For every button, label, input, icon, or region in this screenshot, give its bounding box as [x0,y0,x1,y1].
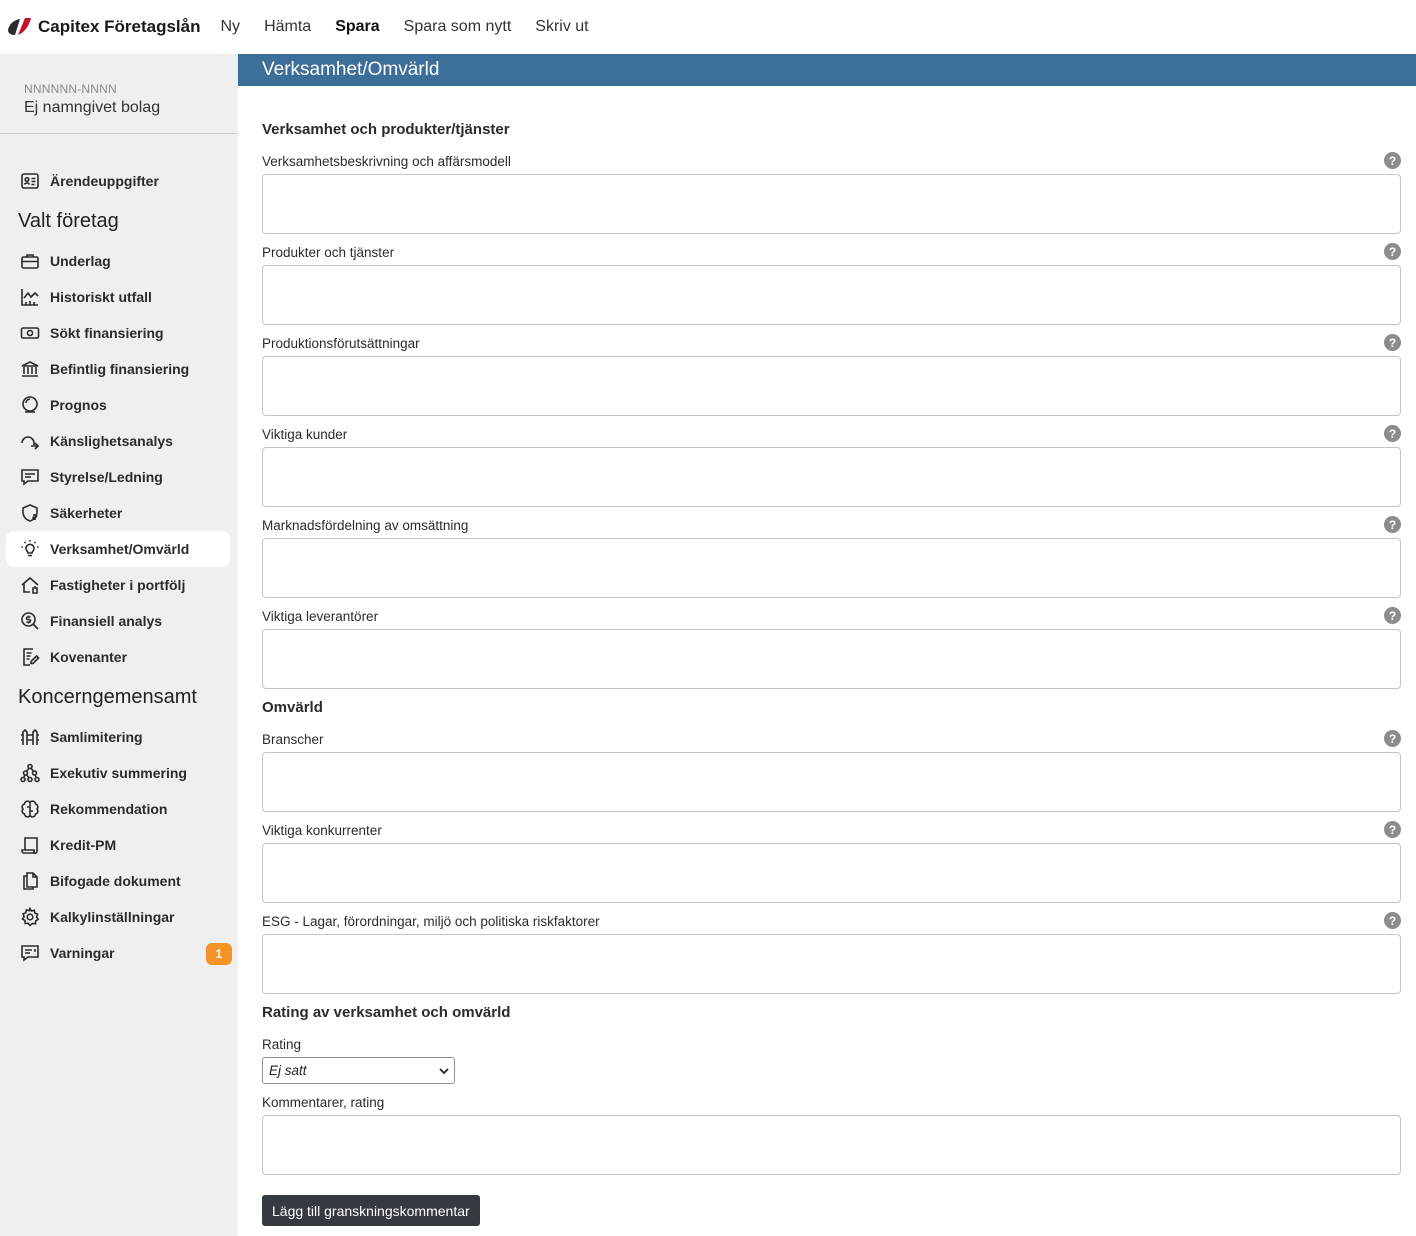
nav-fetch[interactable]: Hämta [252,18,323,36]
sidebar-item-fastigheter-i-portfolj[interactable]: Fastigheter i portfölj [6,567,230,603]
help-icon[interactable]: ? [1384,730,1401,747]
viktiga-leverantorer-textarea[interactable] [262,629,1401,689]
label-produktionsforutsattningar: Produktionsförutsättningar [262,336,420,351]
sidebar-item-underlag[interactable]: Underlag [6,243,230,279]
kommentarer-rating-textarea[interactable] [262,1115,1401,1175]
capitex-logo-icon [8,18,31,35]
document-edit-icon [23,648,40,666]
sidebar-item-kalkylinstallningar[interactable]: Kalkylinställningar [6,899,230,935]
bank-icon [21,361,39,377]
sidebar-item-kovenanter[interactable]: Kovenanter [6,639,230,675]
help-icon[interactable]: ? [1384,607,1401,624]
sidebar-item-verksamhet-omvarld[interactable]: Verksamhet/Omvärld [6,531,230,567]
sidebar: NNNNNN-NNNN Ej namngivet bolag Ärendeupp… [0,54,238,1236]
label-rating: Rating [262,1037,302,1052]
company-org-number: NNNNNN-NNNN [24,82,117,96]
fence-icon [21,728,39,745]
chart-icon [21,289,39,306]
top-navbar: Capitex Företagslån Ny Hämta Spara Spara… [0,0,1416,54]
viktiga-kunder-textarea[interactable] [262,447,1401,507]
label-viktiga-leverantorer: Viktiga leverantörer [262,609,379,624]
company-info: NNNNNN-NNNN Ej namngivet bolag [0,54,238,134]
help-icon[interactable]: ? [1384,334,1401,351]
section-title-verksamhet: Verksamhet och produkter/tjänster [262,121,510,138]
help-icon[interactable]: ? [1384,152,1401,169]
label-viktiga-kunder: Viktiga kunder [262,427,348,442]
scroll-icon [21,837,38,855]
crystal-ball-icon [22,396,38,413]
produkter-och-tjanster-textarea[interactable] [262,265,1401,325]
sidebar-item-arendeuppgifter[interactable]: Ärendeuppgifter [6,163,230,199]
company-name: Ej namngivet bolag [24,99,161,116]
label-verksamhetsbeskrivning: Verksamhetsbeskrivning och affärsmodell [262,154,511,169]
warnings-count-badge: 1 [206,943,232,965]
esg-textarea[interactable] [262,934,1401,994]
sidebar-item-historiskt-utfall[interactable]: Historiskt utfall [6,279,230,315]
section-title-rating: Rating av verksamhet och omvärld [262,1004,511,1021]
help-icon[interactable]: ? [1384,243,1401,260]
hierarchy-icon [20,763,40,783]
rating-selected-value: Ej satt [269,1063,307,1078]
sidebar-item-exekutiv-summering[interactable]: Exekutiv summering [6,755,230,791]
brain-icon [21,800,39,818]
label-produkter-och-tjanster: Produkter och tjänster [262,245,395,260]
sidebar-item-befintlig-finansiering[interactable]: Befintlig finansiering [6,351,230,387]
produktionsforutsattningar-textarea[interactable] [262,356,1401,416]
shield-dollar-icon [22,504,38,522]
id-card-icon [21,173,39,189]
page-title: Verksamhet/Omvärld [238,54,1416,86]
sidebar-item-varningar[interactable]: Varningar 1 [6,935,232,971]
label-branscher: Branscher [262,732,324,747]
sidebar-item-sakerheter[interactable]: Säkerheter [6,495,230,531]
route-icon [21,436,40,450]
sidebar-item-bifogade-dokument[interactable]: Bifogade dokument [6,863,230,899]
sidebar-item-finansiell-analys[interactable]: Finansiell analys [6,603,230,639]
sidebar-item-kredit-pm[interactable]: Kredit-PM [6,827,230,863]
main-content: Verksamhet/Omvärld Verksamhet och produk… [238,54,1416,1236]
main-menu: Ny Hämta Spara Spara som nytt Skriv ut [209,18,601,36]
files-icon [23,872,38,890]
marknadsfordelning-textarea[interactable] [262,538,1401,598]
viktiga-konkurrenter-textarea[interactable] [262,843,1401,903]
search-dollar-icon [21,612,39,630]
brand[interactable]: Capitex Företagslån [6,0,201,54]
chevron-down-icon [439,1068,449,1075]
message-icon [21,469,39,486]
help-icon[interactable]: ? [1384,516,1401,533]
help-icon[interactable]: ? [1384,425,1401,442]
verksamhetsbeskrivning-textarea[interactable] [262,174,1401,234]
brand-name: Capitex Företagslån [38,17,201,36]
section-title-omvarld: Omvärld [262,699,323,716]
lightbulb-icon [21,540,39,557]
sidebar-item-samlimitering[interactable]: Samlimitering [6,719,230,755]
house-icon [21,576,39,594]
add-review-comment-button[interactable]: Lägg till granskningskommentar [262,1195,480,1226]
sidebar-item-styrelse-ledning[interactable]: Styrelse/Ledning [6,459,230,495]
label-marknadsfordelning: Marknadsfördelning av omsättning [262,518,469,533]
sidebar-heading-koncerngemensamt: Koncerngemensamt [18,686,197,708]
nav-print[interactable]: Skriv ut [523,18,600,36]
rating-select[interactable]: Ej satt [262,1057,455,1084]
money-icon [20,327,40,339]
sidebar-heading-valt-foretag: Valt företag [18,210,119,232]
help-icon[interactable]: ? [1384,912,1401,929]
label-esg: ESG - Lagar, förordningar, miljö och pol… [262,914,600,929]
label-viktiga-konkurrenter: Viktiga konkurrenter [262,823,382,838]
label-kommentarer-rating: Kommentarer, rating [262,1095,385,1110]
gear-icon [21,907,40,927]
briefcase-icon [21,254,39,269]
sidebar-item-kanslighetsanalys[interactable]: Känslighetsanalys [6,423,230,459]
nav-save-as-new[interactable]: Spara som nytt [392,18,524,36]
nav-new[interactable]: Ny [209,18,253,36]
branscher-textarea[interactable] [262,752,1401,812]
sidebar-item-prognos[interactable]: Prognos [6,387,230,423]
nav-save[interactable]: Spara [323,18,391,36]
warning-message-icon [21,945,39,962]
sidebar-item-rekommendation[interactable]: Rekommendation [6,791,230,827]
help-icon[interactable]: ? [1384,821,1401,838]
sidebar-item-sokt-finansiering[interactable]: Sökt finansiering [6,315,230,351]
